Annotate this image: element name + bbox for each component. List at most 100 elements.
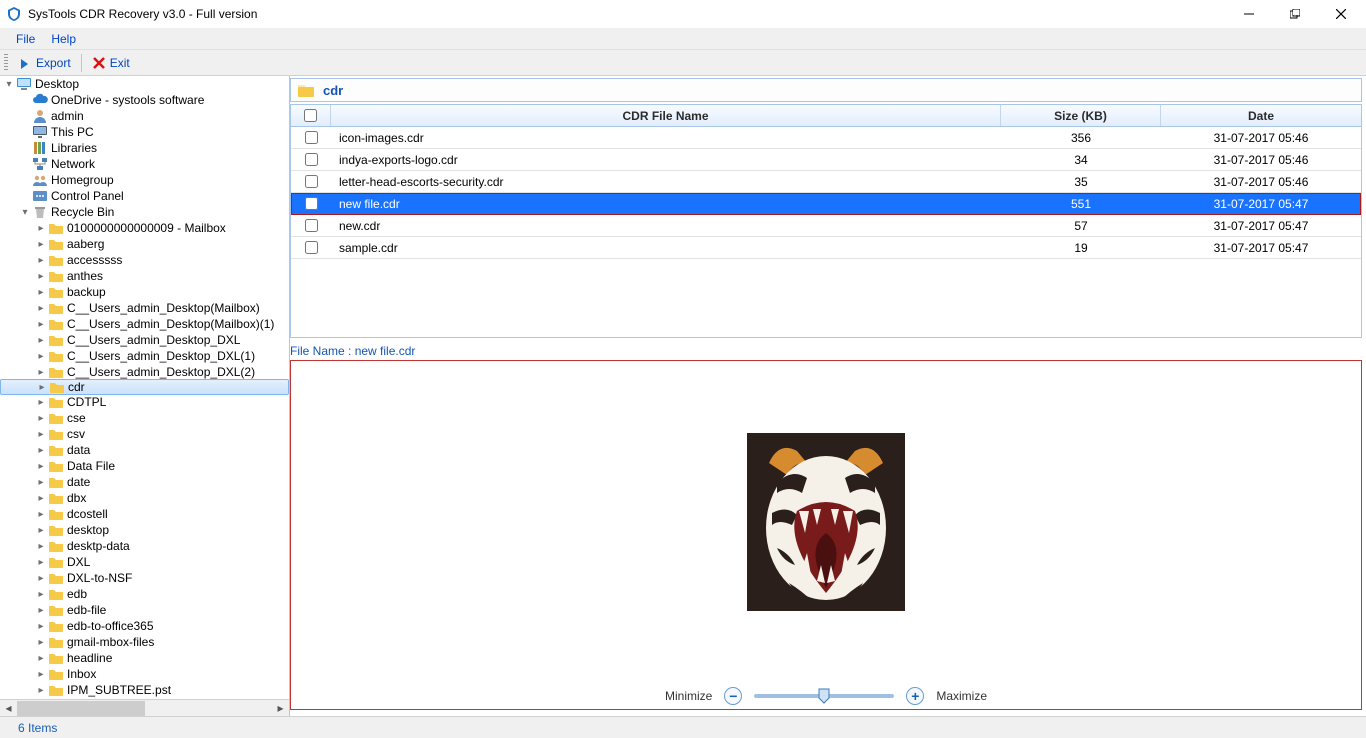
zoom-thumb-icon[interactable] (817, 688, 831, 704)
tree-toggle-icon[interactable]: ▸ (34, 239, 48, 250)
tree-item[interactable]: ▸cdr (0, 379, 289, 395)
folder-tree[interactable]: ▾DesktopOneDrive - systools softwareadmi… (0, 76, 289, 699)
tree-item[interactable]: ▸dcostell (0, 506, 289, 522)
tree-toggle-icon[interactable]: ▸ (34, 303, 48, 314)
tree-item[interactable]: ▸edb-to-office365 (0, 618, 289, 634)
tree-toggle-icon[interactable]: ▸ (34, 557, 48, 568)
tree-item[interactable]: Control Panel (0, 188, 289, 204)
close-button[interactable] (1318, 0, 1364, 28)
row-checkbox[interactable] (291, 241, 331, 254)
grid-row[interactable]: sample.cdr1931-07-2017 05:47 (291, 237, 1361, 259)
tree-toggle-icon[interactable]: ▸ (34, 223, 48, 234)
tree-item[interactable]: ▸CDTPL (0, 394, 289, 410)
tree-hscrollbar[interactable]: ◂ ▸ (0, 699, 289, 716)
tree-item[interactable]: ▸edb-file (0, 602, 289, 618)
tree-item[interactable]: ▸csv (0, 426, 289, 442)
tree-toggle-icon[interactable]: ▸ (34, 621, 48, 632)
tree-toggle-icon[interactable]: ▸ (34, 271, 48, 282)
tree-item[interactable]: ▸Inbox (0, 666, 289, 682)
tree-item[interactable]: ▸DXL-to-NSF (0, 570, 289, 586)
tree-toggle-icon[interactable]: ▾ (2, 79, 16, 90)
tree-item[interactable]: ▸anthes (0, 268, 289, 284)
tree-item[interactable]: ▸backup (0, 284, 289, 300)
tree-toggle-icon[interactable]: ▸ (34, 287, 48, 298)
tree-item[interactable]: ▸desktop (0, 522, 289, 538)
tree-item[interactable]: ▸C__Users_admin_Desktop_DXL (0, 332, 289, 348)
tree-item[interactable]: ▸IPM_SUBTREE.pst (0, 682, 289, 698)
menu-help[interactable]: Help (43, 32, 84, 46)
tree-item[interactable]: Network (0, 156, 289, 172)
tree-item[interactable]: ▸data (0, 442, 289, 458)
scroll-right-icon[interactable]: ▸ (272, 700, 289, 717)
menu-file[interactable]: File (8, 32, 43, 46)
tree-item[interactable]: ▸C__Users_admin_Desktop(Mailbox)(1) (0, 316, 289, 332)
scroll-thumb[interactable] (17, 701, 145, 716)
grid-row[interactable]: letter-head-escorts-security.cdr3531-07-… (291, 171, 1361, 193)
tree-toggle-icon[interactable]: ▸ (34, 429, 48, 440)
tree-toggle-icon[interactable]: ▸ (34, 413, 48, 424)
tree-item[interactable]: ▸desktp-data (0, 538, 289, 554)
tree-toggle-icon[interactable]: ▸ (34, 319, 48, 330)
tree-item[interactable]: Libraries (0, 140, 289, 156)
tree-item[interactable]: ▸Data File (0, 458, 289, 474)
tree-item[interactable]: ▸gmail-mbox-files (0, 634, 289, 650)
row-checkbox[interactable] (291, 219, 331, 232)
tree-item[interactable]: OneDrive - systools software (0, 92, 289, 108)
grid-row[interactable]: new file.cdr55131-07-2017 05:47 (291, 193, 1361, 215)
tree-toggle-icon[interactable]: ▾ (18, 207, 32, 218)
row-checkbox[interactable] (291, 197, 331, 210)
maximize-button[interactable] (1272, 0, 1318, 28)
tree-item[interactable]: Homegroup (0, 172, 289, 188)
tree-toggle-icon[interactable]: ▸ (35, 382, 49, 393)
scroll-left-icon[interactable]: ◂ (0, 700, 17, 717)
tree-item[interactable]: ▸cse (0, 410, 289, 426)
tree-toggle-icon[interactable]: ▸ (34, 605, 48, 616)
tree-toggle-icon[interactable]: ▸ (34, 335, 48, 346)
grid-row[interactable]: indya-exports-logo.cdr3431-07-2017 05:46 (291, 149, 1361, 171)
tree-item[interactable]: ▾Desktop (0, 76, 289, 92)
tree-toggle-icon[interactable]: ▸ (34, 525, 48, 536)
tree-item[interactable]: ▸C__Users_admin_Desktop_DXL(2) (0, 364, 289, 380)
tree-toggle-icon[interactable]: ▸ (34, 367, 48, 378)
zoom-out-button[interactable]: − (724, 687, 742, 705)
tree-toggle-icon[interactable]: ▸ (34, 637, 48, 648)
tree-toggle-icon[interactable]: ▸ (34, 461, 48, 472)
tree-toggle-icon[interactable]: ▸ (34, 397, 48, 408)
row-checkbox[interactable] (291, 175, 331, 188)
tree-toggle-icon[interactable]: ▸ (34, 255, 48, 266)
zoom-slider[interactable] (754, 694, 894, 698)
tree-toggle-icon[interactable]: ▸ (34, 541, 48, 552)
tree-toggle-icon[interactable]: ▸ (34, 509, 48, 520)
tree-toggle-icon[interactable]: ▸ (34, 445, 48, 456)
tree-toggle-icon[interactable]: ▸ (34, 477, 48, 488)
header-size[interactable]: Size (KB) (1001, 105, 1161, 126)
tree-toggle-icon[interactable]: ▸ (34, 589, 48, 600)
tree-item[interactable]: ▸headline (0, 650, 289, 666)
tree-item[interactable]: ▸DXL (0, 554, 289, 570)
header-name[interactable]: CDR File Name (331, 105, 1001, 126)
tree-toggle-icon[interactable]: ▸ (34, 351, 48, 362)
tree-item[interactable]: ▸C__Users_admin_Desktop(Mailbox) (0, 300, 289, 316)
grid-row[interactable]: new.cdr5731-07-2017 05:47 (291, 215, 1361, 237)
tree-item[interactable]: ▾Recycle Bin (0, 204, 289, 220)
tree-item[interactable]: ▸0100000000000009 - Mailbox (0, 220, 289, 236)
tree-item[interactable]: ▸dbx (0, 490, 289, 506)
row-checkbox[interactable] (291, 153, 331, 166)
header-date[interactable]: Date (1161, 105, 1361, 126)
grid-row[interactable]: icon-images.cdr35631-07-2017 05:46 (291, 127, 1361, 149)
header-checkbox[interactable] (291, 105, 331, 126)
exit-button[interactable]: Exit (86, 54, 136, 72)
tree-item[interactable]: ▸aaberg (0, 236, 289, 252)
export-button[interactable]: Export (12, 54, 77, 72)
tree-item[interactable]: ▸C__Users_admin_Desktop_DXL(1) (0, 348, 289, 364)
tree-item[interactable]: This PC (0, 124, 289, 140)
zoom-in-button[interactable]: + (906, 687, 924, 705)
tree-item[interactable]: ▸accesssss (0, 252, 289, 268)
tree-toggle-icon[interactable]: ▸ (34, 653, 48, 664)
tree-toggle-icon[interactable]: ▸ (34, 685, 48, 696)
tree-toggle-icon[interactable]: ▸ (34, 669, 48, 680)
tree-item[interactable]: ▸edb (0, 586, 289, 602)
tree-toggle-icon[interactable]: ▸ (34, 493, 48, 504)
minimize-button[interactable] (1226, 0, 1272, 28)
row-checkbox[interactable] (291, 131, 331, 144)
